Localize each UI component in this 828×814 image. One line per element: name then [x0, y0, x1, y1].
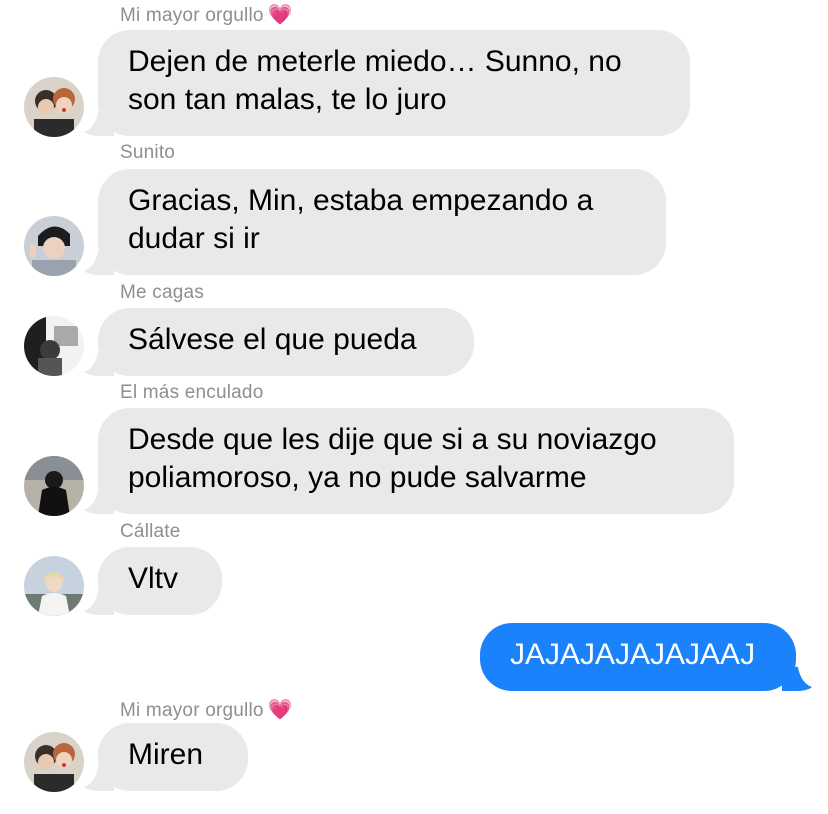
- heart-emoji: 💗: [267, 4, 293, 26]
- sender-name-label: Sunito: [120, 142, 176, 163]
- bubble-tail: [84, 765, 114, 791]
- avatar[interactable]: [24, 556, 84, 616]
- message-text: Vltv: [128, 562, 179, 595]
- avatar-photo: [24, 556, 84, 616]
- sender-name: El más enculado: [120, 382, 263, 404]
- avatar[interactable]: [24, 216, 84, 276]
- bubble-tail: [84, 249, 114, 275]
- sender-name: Mi mayor orgullo 💗: [120, 697, 293, 722]
- sender-name: Me cagas: [120, 282, 204, 304]
- bubble-tail: [782, 665, 812, 691]
- sender-name-label: Cállate: [120, 521, 181, 542]
- sender-name-label: Me cagas: [120, 282, 204, 303]
- sender-name: Sunito: [120, 142, 175, 164]
- bubble-tail: [84, 488, 114, 514]
- message-bubble[interactable]: Dejen de meterle miedo… Sunno, no son ta…: [84, 30, 690, 136]
- avatar[interactable]: [24, 732, 84, 792]
- sender-name-label: Mi mayor orgullo: [120, 700, 264, 721]
- avatar[interactable]: [24, 77, 84, 137]
- avatar-photo: [24, 732, 84, 792]
- avatar-photo: [24, 316, 84, 376]
- avatar[interactable]: [24, 456, 84, 516]
- message-text: Dejen de meterle miedo… Sunno, no son ta…: [128, 45, 622, 116]
- message-bubble[interactable]: Miren: [84, 723, 248, 791]
- outgoing-message-bubble[interactable]: JAJAJAJAJAJAAJ: [480, 623, 812, 691]
- avatar-photo: [24, 77, 84, 137]
- avatar-photo: [24, 456, 84, 516]
- bubble-tail: [84, 589, 114, 615]
- message-text: Sálvese el que pueda: [128, 323, 417, 356]
- message-bubble[interactable]: Sálvese el que pueda: [84, 308, 474, 376]
- heart-emoji: 💗: [267, 699, 293, 721]
- message-text: JAJAJAJAJAJAAJ: [510, 638, 756, 671]
- bubble-tail: [84, 350, 114, 376]
- message-bubble[interactable]: Gracias, Min, estaba empezando a dudar s…: [84, 169, 666, 275]
- sender-name: Mi mayor orgullo 💗: [120, 2, 293, 27]
- avatar-photo: [24, 216, 84, 276]
- sender-name-label: Mi mayor orgullo: [120, 5, 264, 26]
- sender-name-label: El más enculado: [120, 382, 264, 403]
- avatar[interactable]: [24, 316, 84, 376]
- chat-thread: Mi mayor orgullo 💗 Dejen de meterle miedo…: [0, 0, 828, 814]
- message-bubble[interactable]: Vltv: [84, 547, 222, 615]
- message-text: Miren: [128, 738, 204, 771]
- message-text: Desde que les dije que si a su noviazgo …: [128, 423, 657, 494]
- bubble-tail: [84, 110, 114, 136]
- message-text: Gracias, Min, estaba empezando a dudar s…: [128, 184, 594, 255]
- sender-name: Cállate: [120, 521, 181, 543]
- message-bubble[interactable]: Desde que les dije que si a su noviazgo …: [84, 408, 734, 514]
